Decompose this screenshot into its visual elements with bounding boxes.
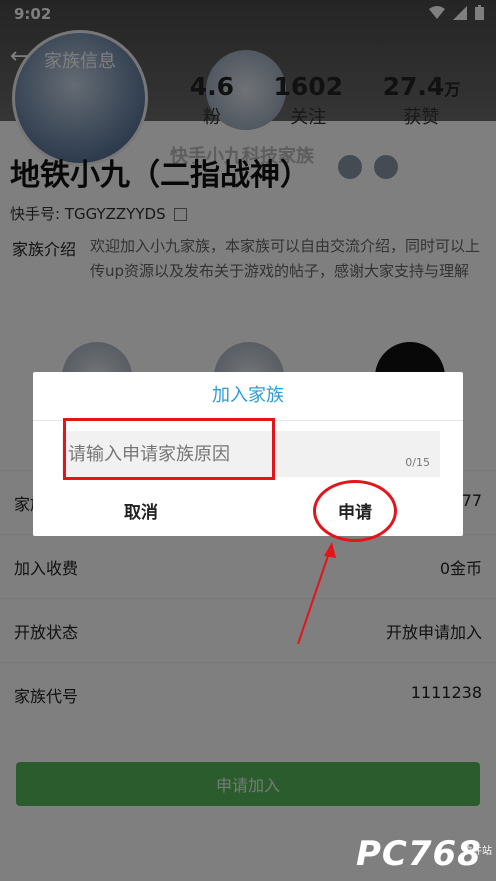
highlight-apply-circle bbox=[313, 480, 397, 542]
watermark-sub: 软件站 bbox=[462, 846, 492, 857]
highlight-input-box bbox=[63, 418, 275, 480]
annotation-arrow-icon bbox=[297, 542, 336, 645]
cancel-button[interactable]: 取消 bbox=[41, 490, 241, 530]
char-counter: 0/15 bbox=[405, 456, 430, 469]
dialog-title: 加入家族 bbox=[33, 372, 463, 421]
